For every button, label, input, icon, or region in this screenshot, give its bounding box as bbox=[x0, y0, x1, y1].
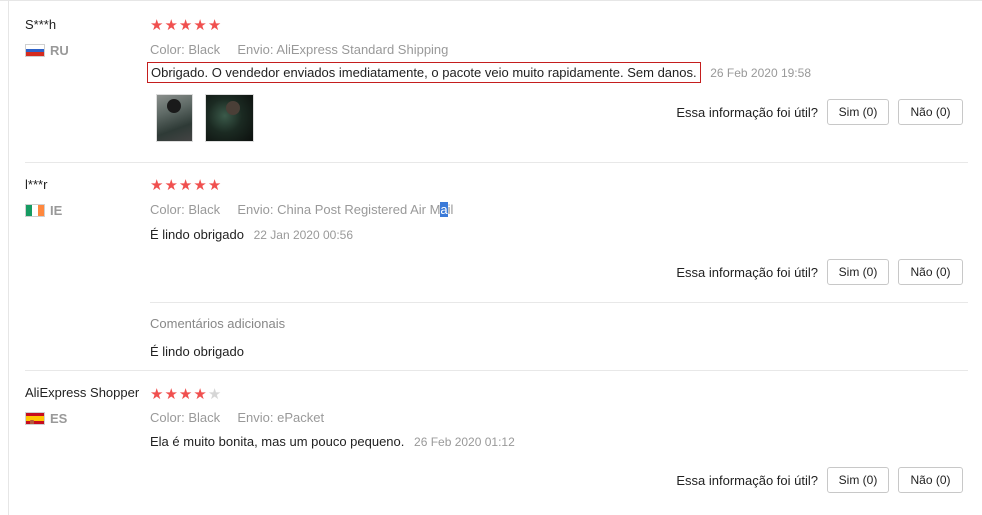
color-value: Black bbox=[188, 410, 221, 425]
star-icon: ★ bbox=[164, 177, 178, 194]
order-info: Color: Black Envio: China Post Registere… bbox=[150, 202, 453, 217]
star-icon: ★ bbox=[193, 17, 207, 34]
helpful-no-button[interactable]: Não (0) bbox=[898, 259, 963, 285]
star-icon: ★ bbox=[207, 177, 222, 194]
helpful-question: Essa informação foi útil? bbox=[676, 264, 818, 280]
order-info: Color: Black Envio: AliExpress Standard … bbox=[150, 42, 448, 57]
star-icon: ★ bbox=[178, 386, 193, 403]
star-rating: ★ ★ ★ ★ ★ bbox=[150, 178, 221, 193]
star-empty-icon: ★ bbox=[207, 386, 222, 403]
color-label: Color: bbox=[150, 42, 185, 57]
reviewer-country: RU bbox=[25, 43, 69, 58]
order-info: Color: Black Envio: ePacket bbox=[150, 410, 324, 425]
review-divider bbox=[25, 162, 968, 163]
color-label: Color: bbox=[150, 410, 185, 425]
review-content: É lindo obrigado 22 Jan 2020 00:56 bbox=[150, 227, 353, 242]
country-code: IE bbox=[50, 203, 63, 218]
star-icon: ★ bbox=[178, 177, 193, 194]
review-content: Obrigado. O vendedor enviados imediatame… bbox=[147, 62, 811, 83]
review-text: Ela é muito bonita, mas um pouco pequeno… bbox=[150, 434, 405, 449]
reviewer-name: S***h bbox=[25, 17, 57, 32]
shipping-label: Envio: bbox=[237, 202, 274, 217]
reviewer-name: l***r bbox=[25, 177, 48, 192]
additional-comments-label: Comentários adicionais bbox=[150, 316, 286, 331]
star-icon: ★ bbox=[207, 17, 222, 34]
reviewer-country: ES bbox=[25, 411, 67, 426]
review-date: 26 Feb 2020 19:58 bbox=[710, 66, 811, 80]
review-photo-thumbnail[interactable] bbox=[205, 94, 254, 142]
helpful-question: Essa informação foi útil? bbox=[676, 472, 818, 488]
review-content: Ela é muito bonita, mas um pouco pequeno… bbox=[150, 434, 515, 449]
left-border bbox=[8, 0, 9, 515]
helpful-vote: Essa informação foi útil? Sim (0) Não (0… bbox=[676, 99, 963, 125]
additional-comments-text: É lindo obrigado bbox=[150, 344, 244, 359]
reviewer-name: AliExpress Shopper bbox=[25, 385, 140, 400]
color-value: Black bbox=[188, 42, 221, 57]
star-rating: ★ ★ ★ ★ ★ bbox=[150, 18, 221, 33]
star-icon: ★ bbox=[150, 386, 164, 403]
color-value: Black bbox=[188, 202, 221, 217]
country-code: RU bbox=[50, 43, 69, 58]
shipping-value: ePacket bbox=[277, 410, 325, 425]
star-icon: ★ bbox=[193, 386, 207, 403]
star-icon: ★ bbox=[150, 17, 164, 34]
helpful-no-button[interactable]: Não (0) bbox=[898, 467, 963, 493]
star-icon: ★ bbox=[164, 386, 178, 403]
review-divider bbox=[25, 370, 968, 371]
star-icon: ★ bbox=[193, 177, 207, 194]
shipping-value: AliExpress Standard Shipping bbox=[276, 42, 449, 57]
helpful-no-button[interactable]: Não (0) bbox=[898, 99, 963, 125]
helpful-vote: Essa informação foi útil? Sim (0) Não (0… bbox=[676, 259, 963, 285]
reviewer-country: IE bbox=[25, 203, 62, 218]
shipping-value-text: il bbox=[447, 202, 454, 217]
review-photos bbox=[156, 94, 254, 142]
russia-flag-icon bbox=[25, 44, 45, 57]
helpful-question: Essa informação foi útil? bbox=[676, 104, 818, 120]
top-border bbox=[0, 0, 982, 1]
country-code: ES bbox=[50, 411, 68, 426]
shipping-value: China Post Registered Air Mail bbox=[277, 202, 453, 217]
color-label: Color: bbox=[150, 202, 185, 217]
ireland-flag-icon bbox=[25, 204, 45, 217]
text-selection: a bbox=[440, 202, 448, 217]
shipping-value-text: China Post Registered Air M bbox=[277, 202, 441, 217]
review-date: 26 Feb 2020 01:12 bbox=[414, 435, 515, 449]
spain-flag-icon bbox=[25, 412, 45, 425]
review-text: É lindo obrigado bbox=[150, 227, 244, 242]
star-icon: ★ bbox=[150, 177, 164, 194]
helpful-yes-button[interactable]: Sim (0) bbox=[827, 467, 889, 493]
review-photo-thumbnail[interactable] bbox=[156, 94, 193, 142]
shipping-label: Envio: bbox=[237, 410, 274, 425]
shipping-label: Envio: bbox=[237, 42, 274, 57]
star-icon: ★ bbox=[164, 17, 178, 34]
star-icon: ★ bbox=[178, 17, 193, 34]
review-text: Obrigado. O vendedor enviados imediatame… bbox=[147, 62, 701, 83]
helpful-yes-button[interactable]: Sim (0) bbox=[827, 99, 889, 125]
star-rating: ★ ★ ★ ★ ★ bbox=[150, 387, 221, 402]
helpful-vote: Essa informação foi útil? Sim (0) Não (0… bbox=[676, 467, 963, 493]
additional-divider bbox=[150, 302, 968, 303]
helpful-yes-button[interactable]: Sim (0) bbox=[827, 259, 889, 285]
review-date: 22 Jan 2020 00:56 bbox=[253, 228, 354, 242]
